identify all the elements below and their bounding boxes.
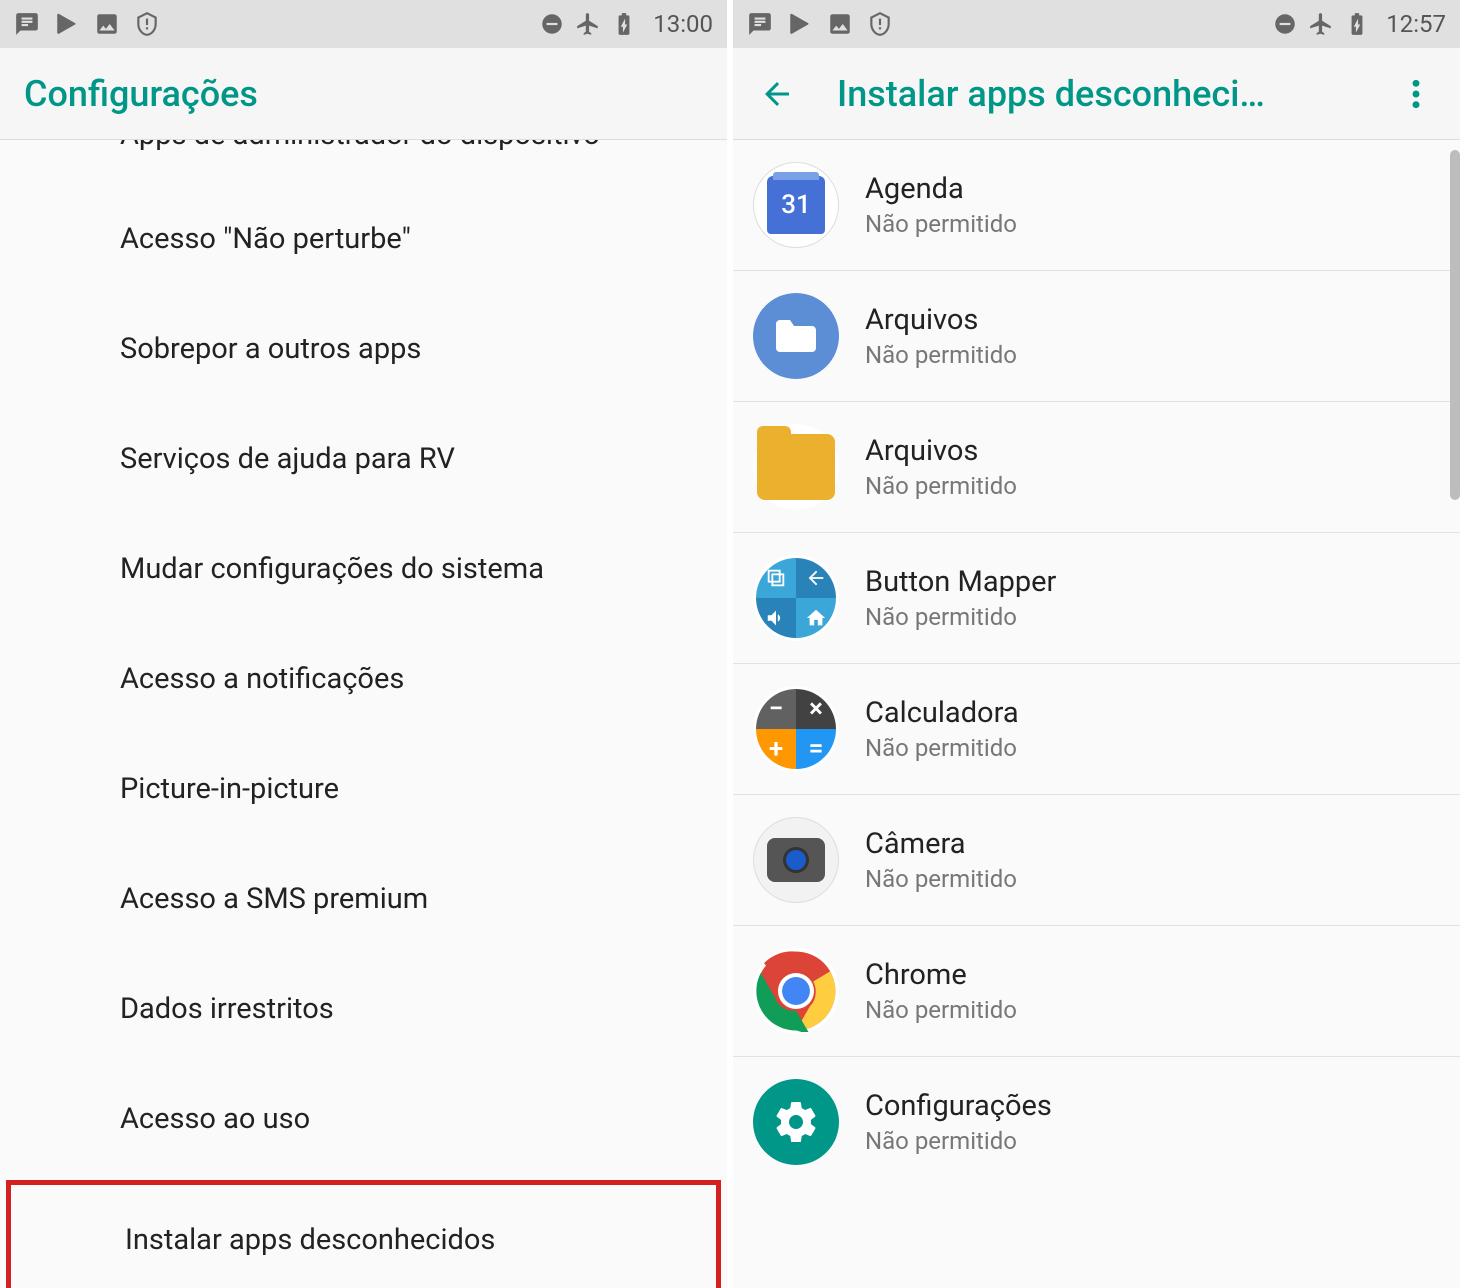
arrow-left-icon — [759, 76, 795, 112]
header: Configurações — [0, 48, 727, 140]
app-status: Não permitido — [865, 472, 1017, 500]
settings-item-label: Acesso a SMS premium — [120, 882, 428, 916]
app-name: Agenda — [865, 172, 1017, 206]
calculator-icon: −×+= — [753, 686, 839, 772]
app-row-arquivos-2[interactable]: Arquivos Não permitido — [733, 402, 1460, 533]
notification-icon — [747, 11, 773, 37]
settings-item-label: Instalar apps desconhecidos — [125, 1223, 495, 1257]
settings-item[interactable]: Acesso ao uso — [0, 1064, 727, 1174]
app-name: Configurações — [865, 1089, 1052, 1123]
gallery-icon — [94, 11, 120, 37]
dnd-icon — [539, 11, 565, 37]
app-status: Não permitido — [865, 734, 1019, 762]
dnd-icon — [1272, 11, 1298, 37]
settings-item[interactable]: Acesso a SMS premium — [0, 844, 727, 954]
notification-icon — [14, 11, 40, 37]
battery-charging-icon — [1344, 11, 1370, 37]
settings-item[interactable]: Acesso a notificações — [0, 624, 727, 734]
app-row-agenda[interactable]: 31 Agenda Não permitido — [733, 140, 1460, 271]
chrome-icon — [753, 948, 839, 1034]
settings-item[interactable]: Serviços de ajuda para RV — [0, 404, 727, 514]
app-name: Chrome — [865, 958, 1017, 992]
settings-item-label: Acesso a notificações — [120, 662, 404, 696]
app-status: Não permitido — [865, 210, 1017, 238]
settings-item-label: Sobrepor a outros apps — [120, 332, 421, 366]
settings-item[interactable]: Mudar configurações do sistema — [0, 514, 727, 624]
camera-icon — [753, 817, 839, 903]
scrollbar[interactable] — [1450, 150, 1460, 500]
shield-icon — [134, 11, 160, 37]
app-status: Não permitido — [865, 865, 1017, 893]
settings-item[interactable]: Picture-in-picture — [0, 734, 727, 844]
settings-list[interactable]: Apps de administrador do dispositivo Ace… — [0, 140, 727, 1288]
status-time: 13:00 — [653, 10, 713, 38]
button-mapper-icon — [753, 555, 839, 641]
screen-settings: 13:00 Configurações Apps de administrado… — [0, 0, 730, 1288]
header: Instalar apps desconheci… — [733, 48, 1460, 140]
settings-item-label: Serviços de ajuda para RV — [120, 442, 455, 476]
app-name: Arquivos — [865, 303, 1017, 337]
settings-item-label: Picture-in-picture — [120, 772, 339, 806]
play-store-icon — [787, 11, 813, 37]
app-status: Não permitido — [865, 1127, 1052, 1155]
app-status: Não permitido — [865, 341, 1017, 369]
battery-charging-icon — [611, 11, 637, 37]
settings-item[interactable]: Apps de administrador do dispositivo — [0, 140, 727, 184]
settings-item-label: Apps de administrador do dispositivo — [120, 140, 600, 152]
page-title: Configurações — [24, 73, 258, 115]
gallery-icon — [827, 11, 853, 37]
folder-icon — [753, 424, 839, 510]
status-bar: 13:00 — [0, 0, 727, 48]
app-status: Não permitido — [865, 603, 1056, 631]
more-vert-icon — [1412, 78, 1420, 110]
calendar-icon: 31 — [753, 162, 839, 248]
play-store-icon — [54, 11, 80, 37]
shield-icon — [867, 11, 893, 37]
app-name: Arquivos — [865, 434, 1017, 468]
airplane-icon — [1308, 11, 1334, 37]
app-status: Não permitido — [865, 996, 1017, 1024]
settings-item-label: Mudar configurações do sistema — [120, 552, 544, 586]
app-row-configuracoes[interactable]: Configurações Não permitido — [733, 1057, 1460, 1175]
app-row-calculadora[interactable]: −×+= Calculadora Não permitido — [733, 664, 1460, 795]
apps-list[interactable]: 31 Agenda Não permitido Arquivos Não per… — [733, 140, 1460, 1288]
back-button[interactable] — [757, 74, 797, 114]
app-row-button-mapper[interactable]: Button Mapper Não permitido — [733, 533, 1460, 664]
status-bar: 12:57 — [733, 0, 1460, 48]
screen-install-unknown: 12:57 Instalar apps desconheci… 31 Agend… — [730, 0, 1460, 1288]
settings-item-label: Acesso ao uso — [120, 1102, 310, 1136]
settings-item[interactable]: Sobrepor a outros apps — [0, 294, 727, 404]
airplane-icon — [575, 11, 601, 37]
page-title: Instalar apps desconheci… — [837, 73, 1265, 115]
settings-item-label: Acesso "Não perturbe" — [120, 222, 411, 256]
status-time: 12:57 — [1386, 10, 1446, 38]
overflow-menu-button[interactable] — [1396, 74, 1436, 114]
folder-icon — [753, 293, 839, 379]
settings-item[interactable]: Acesso "Não perturbe" — [0, 184, 727, 294]
app-row-chrome[interactable]: Chrome Não permitido — [733, 926, 1460, 1057]
app-row-arquivos-1[interactable]: Arquivos Não permitido — [733, 271, 1460, 402]
app-name: Calculadora — [865, 696, 1019, 730]
settings-item-label: Dados irrestritos — [120, 992, 334, 1026]
gear-icon — [753, 1079, 839, 1165]
app-row-camera[interactable]: Câmera Não permitido — [733, 795, 1460, 926]
settings-item-install-unknown[interactable]: Instalar apps desconhecidos — [6, 1180, 721, 1288]
app-name: Câmera — [865, 827, 1017, 861]
settings-item[interactable]: Dados irrestritos — [0, 954, 727, 1064]
app-name: Button Mapper — [865, 565, 1056, 599]
